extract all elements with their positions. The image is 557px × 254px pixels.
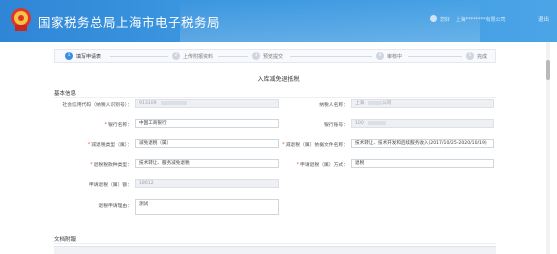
step-label: 填写申请表 xyxy=(76,53,102,60)
masked-text xyxy=(367,120,386,125)
top-header: 国家税务总局上海市电子税务局 您好 上海********有限公司 退出 xyxy=(0,0,557,42)
refund-method-label-text: 申请退税（属）方式： xyxy=(300,163,348,168)
step-connector xyxy=(408,56,462,57)
logout-link[interactable]: 退出 xyxy=(538,15,549,23)
step-connector xyxy=(110,56,168,57)
step-number: 1 xyxy=(65,52,73,60)
required-icon: * xyxy=(90,163,93,168)
refund-type-select[interactable]: 技术转让、服务减免退税 xyxy=(135,159,279,168)
masked-text xyxy=(368,100,383,105)
reduction-type-label: *减退税类型（属）： xyxy=(70,141,132,148)
required-icon: * xyxy=(282,143,285,148)
taxpayer-id-label: 社会信用代码（纳税人识别号）： xyxy=(62,103,132,108)
step-number: 3 xyxy=(252,52,260,60)
step-label: 预览提交 xyxy=(263,53,284,60)
bank-name-label-text: 银行名称： xyxy=(108,123,132,128)
required-icon: * xyxy=(296,163,300,168)
step-number: 5 xyxy=(466,52,474,60)
bank-name-input[interactable]: 中国工商银行 xyxy=(135,119,279,128)
refund-amount-label: 申请退税（属）额： xyxy=(88,183,132,188)
refund-type-label: *退税税款种类型： xyxy=(70,161,132,168)
step-connector xyxy=(290,56,372,57)
refund-method-select[interactable]: 退税 xyxy=(351,159,494,168)
step-preview: 3 预览提交 xyxy=(252,50,283,62)
bank-account-value: 100 xyxy=(355,121,364,126)
taxpayer-id-field: 913109 xyxy=(135,99,279,108)
step-label: 上传附报资料 xyxy=(183,53,214,60)
taxpayer-name-suffix: 公司 xyxy=(382,101,392,106)
tax-emblem-icon xyxy=(11,8,31,31)
taxpayer-name-field: 上海 公司 xyxy=(351,99,494,108)
bank-name-label: *银行名称： xyxy=(90,121,132,128)
reduction-type-label-text: 减退税类型（属）： xyxy=(91,143,132,148)
step-number: 2 xyxy=(172,52,180,60)
doc-name-label: *减退税（属）依据文件名称： xyxy=(282,141,348,148)
site-title: 国家税务总局上海市电子税务局 xyxy=(38,15,221,30)
taxpayer-id-value: 913109 xyxy=(139,101,157,106)
reduction-type-select[interactable]: 减免退税（属） xyxy=(135,139,279,148)
section-basic-info: 基本信息 xyxy=(54,91,77,97)
refund-amount-field: 18612 xyxy=(135,179,279,188)
bank-account-field: 100 xyxy=(351,119,494,128)
step-fill-form: 1 填写申请表 xyxy=(65,50,101,62)
taxpayer-name-label: 纳税人名称： xyxy=(319,103,348,108)
masked-text xyxy=(160,100,187,105)
step-number: 4 xyxy=(376,52,384,60)
doc-name-label-text: 减退税（属）依据文件名称： xyxy=(285,143,348,148)
step-label: 完成 xyxy=(477,53,488,60)
section-divider xyxy=(54,243,496,244)
doc-name-select[interactable]: 技术转让、技术开发和后续服务收入(2017/10/25-2020/10/19) xyxy=(351,139,494,148)
scrollbar-thumb[interactable] xyxy=(546,60,550,80)
step-upload: 2 上传附报资料 xyxy=(172,50,213,62)
section-divider xyxy=(54,97,496,98)
section-attachments: 文档附報 xyxy=(54,237,77,243)
company-name: 上海********有限公司 xyxy=(455,17,506,23)
refund-method-label: *申请退税（属）方式： xyxy=(290,161,348,168)
form-title: 入库减免退抵税 xyxy=(257,76,300,83)
user-icon xyxy=(430,15,437,22)
refund-reason-textarea[interactable]: 测试 xyxy=(135,199,279,215)
bank-account-label: 银行账号： xyxy=(324,123,348,128)
refund-type-label-text: 退税税款种类型： xyxy=(93,163,132,168)
step-complete: 5 完成 xyxy=(466,50,487,62)
step-review: 4 审核中 xyxy=(376,50,402,62)
attachment-table-header xyxy=(54,246,496,254)
step-connector xyxy=(218,56,248,57)
required-icon: * xyxy=(104,123,107,128)
taxpayer-name-value: 上海 xyxy=(355,101,365,106)
progress-steps: 1 填写申请表 2 上传附报资料 3 预览提交 4 审核中 5 完成 xyxy=(54,49,496,63)
step-label: 审核中 xyxy=(387,53,403,60)
user-info: 您好 上海********有限公司 xyxy=(440,16,510,23)
refund-reason-label: 退税申请理由： xyxy=(98,204,132,209)
required-icon: * xyxy=(87,143,91,148)
greeting-text: 您好 xyxy=(440,17,451,23)
